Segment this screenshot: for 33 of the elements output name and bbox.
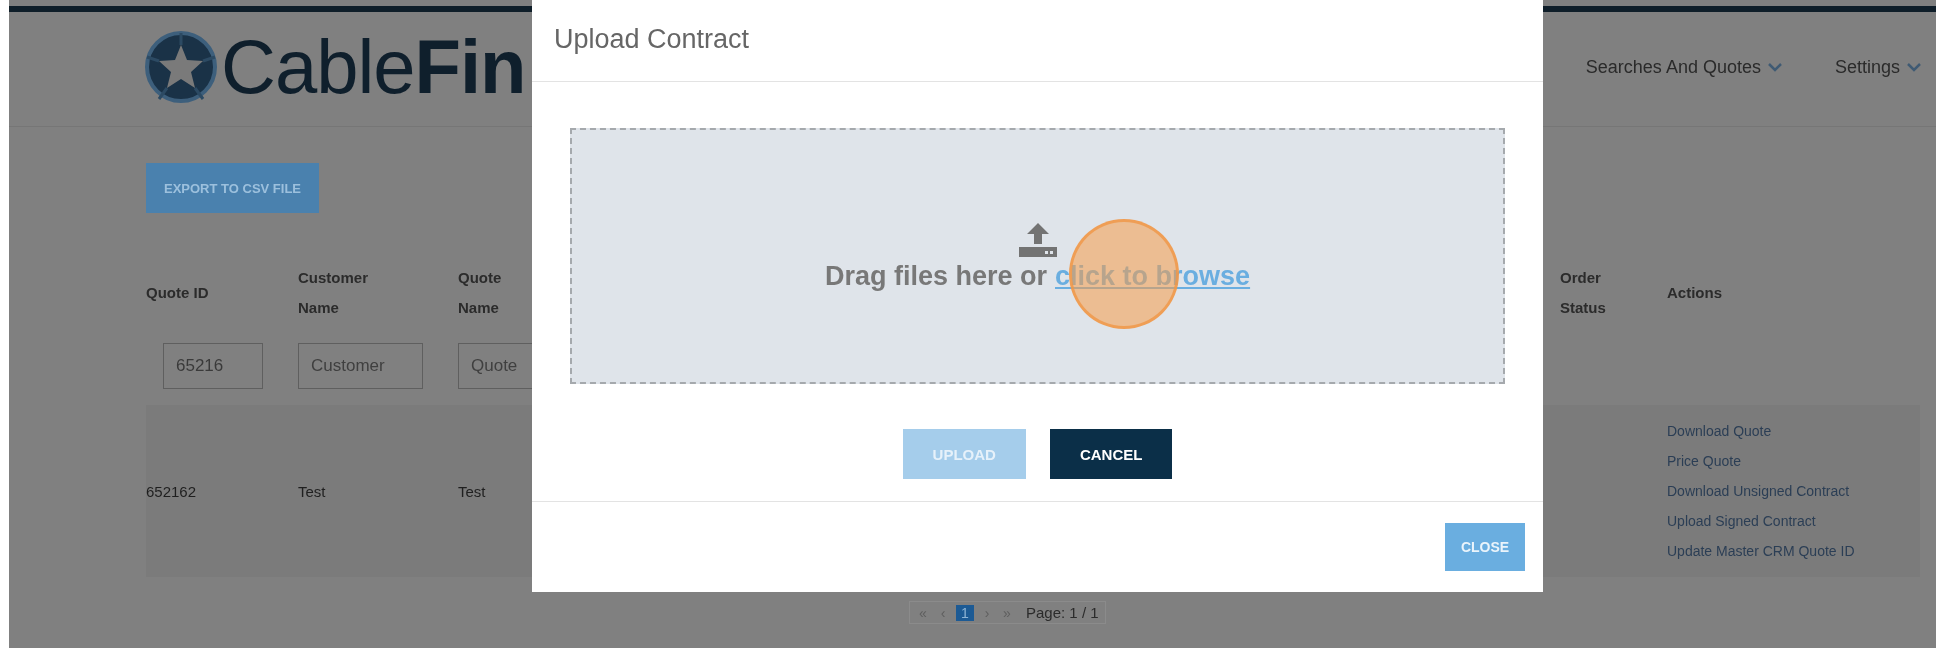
page-number[interactable]: 1 (956, 604, 974, 621)
column-header: Actions (1667, 283, 1723, 303)
pager-arrow[interactable]: › (980, 604, 994, 621)
column-header: Quote Name (458, 268, 503, 318)
filter-field[interactable]: 65216 (163, 343, 263, 389)
export-button[interactable]: EXPORT TO CSV FILE (146, 163, 319, 213)
nav-menu[interactable]: Searches And Quotes (1585, 56, 1783, 78)
action-link[interactable]: Download Quote (1667, 420, 1920, 442)
table-cell-text: Test (458, 482, 487, 500)
nav-menu[interactable]: Settings (1834, 56, 1922, 78)
cancel-button[interactable]: CANCEL (1049, 429, 1173, 479)
action-link[interactable]: Download Unsigned Contract (1667, 480, 1920, 502)
pager-arrow[interactable]: ‹ (936, 604, 950, 621)
filter-field[interactable]: Customer (298, 343, 423, 389)
pager-arrow[interactable]: « (916, 604, 930, 621)
dialog-title: Upload Contract (532, 0, 1543, 82)
action-link[interactable]: Update Master CRM Quote ID (1667, 540, 1920, 562)
logo-text: CableFin (221, 29, 526, 105)
action-link[interactable]: Price Quote (1667, 450, 1920, 472)
chevron-icon (1906, 62, 1922, 72)
chevron-icon (1766, 62, 1783, 72)
table-cell-text: 652162 (146, 482, 198, 500)
drop-text: Drag files here or (824, 260, 1047, 292)
column-header: Order Status (1560, 268, 1607, 318)
pager-arrow[interactable]: » (1000, 604, 1014, 621)
column-header: Quote ID (146, 283, 210, 303)
column-header: Customer Name (298, 268, 369, 318)
page-info: Page: 1 / 1 (1026, 604, 1099, 621)
table-cell-text: Test (298, 482, 327, 500)
action-link[interactable]: Upload Signed Contract (1667, 510, 1920, 532)
logo-icon (145, 31, 217, 103)
upload-icon (1018, 222, 1057, 257)
close-button[interactable]: CLOSE (1445, 523, 1525, 571)
